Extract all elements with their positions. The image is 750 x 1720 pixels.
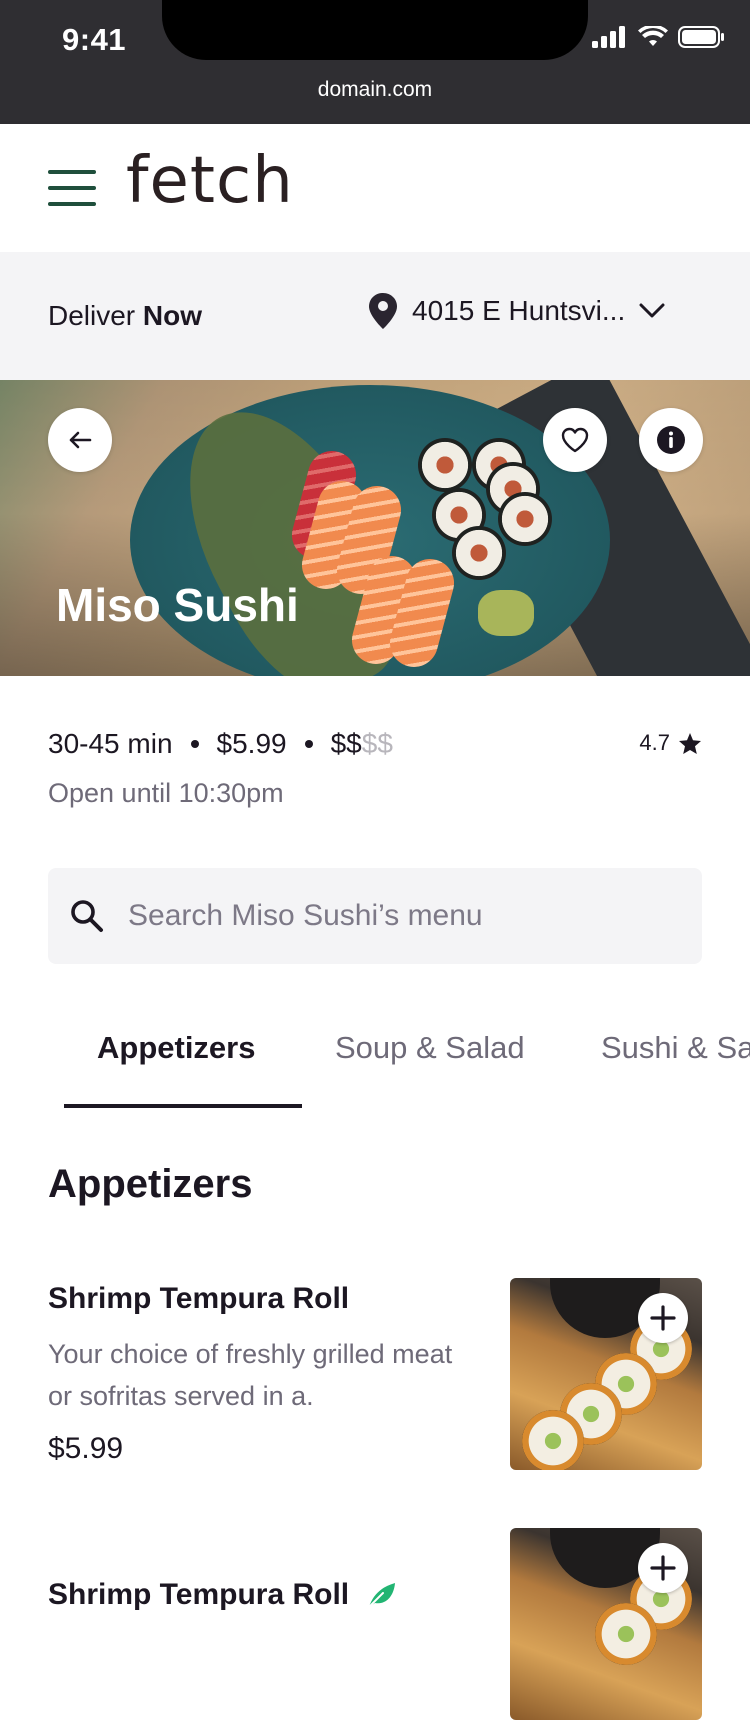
leaf-icon [368, 1583, 396, 1608]
fetch-logo[interactable]: fetch [126, 144, 294, 218]
signal-icon [592, 26, 625, 48]
add-item-button[interactable] [638, 1543, 688, 1593]
restaurant-meta: 30-45 min $5.99 $$$$ [48, 728, 393, 760]
app-header: fetch [0, 124, 750, 252]
menu-item-name[interactable]: Shrimp Tempura Roll [48, 1282, 349, 1316]
sushi-roll-piece [595, 1603, 657, 1665]
maki-roll [418, 438, 472, 492]
hamburger-menu-icon[interactable] [48, 170, 96, 206]
battery-icon [678, 26, 724, 48]
chevron-down-icon [639, 303, 665, 318]
menu-search-input[interactable]: Search Miso Sushi’s menu [48, 868, 702, 964]
tab-soup-salad[interactable]: Soup & Salad [335, 1030, 525, 1066]
location-pin-icon [369, 293, 397, 329]
status-bar: 9:41 domain.com [0, 0, 750, 124]
plus-icon [650, 1305, 676, 1331]
device-notch [162, 0, 588, 60]
delivery-label: Deliver [48, 300, 136, 331]
address-selector[interactable]: 4015 E Huntsvi... [368, 292, 665, 330]
separator-dot [190, 740, 199, 748]
sushi-roll-piece [522, 1410, 584, 1470]
menu-item-description: Your choice of freshly grilled meat or s… [48, 1339, 453, 1411]
menu-item-image[interactable] [510, 1528, 702, 1720]
menu-item-price: $5.99 [48, 1432, 124, 1465]
restaurant-rating[interactable]: 4.7 [639, 730, 702, 756]
restaurant-name: Miso Sushi [56, 579, 299, 631]
rating-value: 4.7 [639, 730, 670, 755]
wifi-icon [638, 26, 668, 46]
section-heading: Appetizers [48, 1162, 253, 1206]
maki-roll [498, 492, 552, 546]
maki-roll [452, 526, 506, 580]
wasabi [478, 590, 534, 636]
menu-item-image[interactable] [510, 1278, 702, 1470]
delivery-time: 30-45 min [48, 728, 173, 759]
menu-item-name: Shrimp Tempura Roll [48, 1578, 350, 1611]
back-button[interactable] [48, 408, 112, 472]
tab-appetizers[interactable]: Appetizers [97, 1030, 255, 1066]
search-icon [71, 900, 103, 932]
menu-category-tabs: Appetizers Soup & Salad Sushi & Sa [0, 1020, 750, 1110]
price-level-inactive: $$ [361, 728, 393, 759]
active-tab-indicator [64, 1104, 302, 1108]
favorite-button[interactable] [543, 408, 607, 472]
restaurant-hero-image: Miso Sushi [0, 380, 750, 676]
status-time: 9:41 [62, 22, 127, 57]
tab-sushi[interactable]: Sushi & Sa [601, 1030, 750, 1066]
separator-dot [304, 740, 313, 748]
price-level: $$$$ [331, 728, 393, 760]
arrow-left-icon [69, 431, 92, 449]
price-level-active: $$ [330, 728, 362, 759]
heart-icon [561, 427, 589, 453]
search-placeholder: Search Miso Sushi’s menu [128, 899, 483, 932]
menu-item-name-row[interactable]: Shrimp Tempura Roll [48, 1578, 397, 1612]
add-item-button[interactable] [638, 1293, 688, 1343]
opening-hours: Open until 10:30pm [48, 778, 284, 808]
star-icon [679, 732, 701, 754]
status-icons [592, 26, 724, 48]
info-icon [657, 426, 685, 454]
plus-icon [650, 1555, 676, 1581]
delivery-bar: Deliver Now 4015 E Huntsvi... [0, 252, 750, 380]
delivery-timing[interactable]: Deliver Now [48, 300, 202, 332]
delivery-address: 4015 E Huntsvi... [412, 295, 626, 326]
delivery-mode: Now [142, 300, 203, 331]
info-button[interactable] [639, 408, 703, 472]
delivery-fee: $5.99 [216, 728, 287, 759]
browser-url[interactable]: domain.com [0, 78, 750, 102]
